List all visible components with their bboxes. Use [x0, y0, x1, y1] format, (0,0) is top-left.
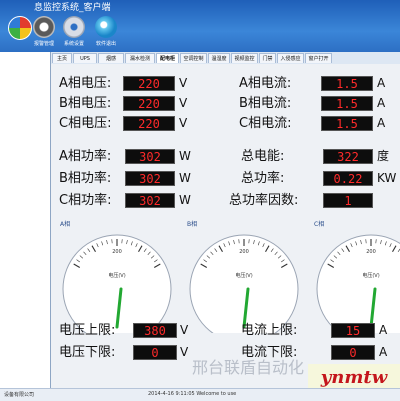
- speaker-icon: [33, 16, 55, 38]
- label-c-power: C相功率:: [59, 192, 111, 209]
- tab-temp-humidity[interactable]: 温湿度: [208, 53, 230, 63]
- unit: V: [179, 75, 187, 92]
- unit: A: [379, 344, 387, 361]
- unit: W: [179, 192, 191, 209]
- readout-power-factor: 1: [323, 193, 373, 208]
- tab-smoke[interactable]: 烟感: [98, 53, 124, 63]
- unit: 度: [377, 148, 389, 165]
- label-b-power: B相功率:: [59, 170, 111, 187]
- tab-intrusion[interactable]: 入侵感应: [277, 53, 304, 63]
- status-datetime: 2014-4-16 9:11:05 Welcome to use: [148, 391, 236, 397]
- toolbar-button-exit[interactable]: 软件退出: [86, 16, 126, 47]
- gauge-face: [317, 235, 400, 333]
- label-power-factor: 总功率因数:: [229, 192, 298, 209]
- readout-b-voltage: 220: [123, 96, 175, 111]
- gauge-dial: 200 电压(V): [311, 227, 400, 333]
- status-company: 设备有限公司: [4, 391, 34, 398]
- unit: W: [179, 148, 191, 165]
- readout-a-voltage: 220: [123, 76, 175, 91]
- label-total-energy: 总电能:: [241, 148, 284, 165]
- tab-window[interactable]: 窗户打开: [305, 53, 332, 63]
- tab-aircon[interactable]: 空调控制: [180, 53, 207, 63]
- tab-video[interactable]: 视频监控: [231, 53, 258, 63]
- watermark-text: 邢台联盾自动化: [192, 354, 304, 378]
- readout-voltage-upper[interactable]: 380: [133, 323, 177, 338]
- window-title: 息监控系统_客户端: [34, 0, 111, 16]
- label-a-current: A相电流:: [239, 75, 291, 92]
- status-bar: 设备有限公司 2014-4-16 9:11:05 Welcome to use: [0, 388, 400, 401]
- readout-c-current: 1.5: [321, 116, 373, 131]
- label-c-current: C相电流:: [239, 115, 291, 132]
- label-voltage-lower: 电压下限:: [59, 344, 115, 361]
- unit: W: [179, 170, 191, 187]
- gauge-tick-label: 200: [366, 249, 376, 255]
- gauge-unit-label: 电压(V): [108, 272, 125, 279]
- gauge-tick-label: 200: [239, 249, 249, 255]
- label-a-power: A相功率:: [59, 148, 111, 165]
- readout-c-voltage: 220: [123, 116, 175, 131]
- unit: V: [180, 322, 188, 339]
- gear-icon: [63, 16, 85, 38]
- gauge-dial: 200 电压(V): [184, 227, 304, 333]
- device-tree: [0, 52, 51, 400]
- readout-current-upper[interactable]: 15: [331, 323, 375, 338]
- tab-leak[interactable]: 漏水检测: [125, 53, 155, 63]
- readout-c-power: 302: [125, 193, 175, 208]
- gauge-dial: 200 电压(V): [57, 227, 177, 333]
- label-current-upper: 电流上限:: [241, 322, 297, 339]
- readout-b-power: 302: [125, 171, 175, 186]
- gauge-unit-label: 电压(V): [235, 272, 252, 279]
- unit: V: [180, 344, 188, 361]
- readout-total-energy: 322: [323, 149, 373, 164]
- readout-b-current: 1.5: [321, 96, 373, 111]
- tab-home[interactable]: 主页: [52, 53, 72, 63]
- readout-total-power: 0.22: [323, 171, 373, 186]
- unit: A: [377, 75, 385, 92]
- power-cabinet-panel: A相电压: 220 V B相电压: 220 V C相电压: 220 V A相电流…: [51, 64, 400, 400]
- unit: KW: [377, 170, 396, 187]
- label-b-voltage: B相电压:: [59, 95, 111, 112]
- unit: V: [179, 95, 187, 112]
- toolbar-label: 软件退出: [86, 40, 126, 47]
- unit: A: [379, 322, 387, 339]
- label-b-current: B相电流:: [239, 95, 291, 112]
- tab-door[interactable]: 门禁: [259, 53, 276, 63]
- exit-icon: [95, 16, 117, 38]
- readout-a-current: 1.5: [321, 76, 373, 91]
- tab-power-cabinet[interactable]: 配电柜: [156, 53, 179, 63]
- gauge-tick-label: 200: [112, 249, 122, 255]
- readout-a-power: 302: [125, 149, 175, 164]
- readout-voltage-lower[interactable]: 0: [133, 345, 177, 360]
- unit: A: [377, 95, 385, 112]
- readout-current-lower[interactable]: 0: [331, 345, 375, 360]
- app-header: 息监控系统_客户端 报警管理 系统设置 软件退出: [0, 0, 400, 52]
- tab-ups[interactable]: UPS: [73, 53, 97, 63]
- label-c-voltage: C相电压:: [59, 115, 111, 132]
- unit: V: [179, 115, 187, 132]
- unit: A: [377, 115, 385, 132]
- label-a-voltage: A相电压:: [59, 75, 111, 92]
- gauge-unit-label: 电压(V): [362, 272, 379, 279]
- label-total-power: 总功率:: [241, 170, 284, 187]
- label-voltage-upper: 电压上限:: [59, 322, 115, 339]
